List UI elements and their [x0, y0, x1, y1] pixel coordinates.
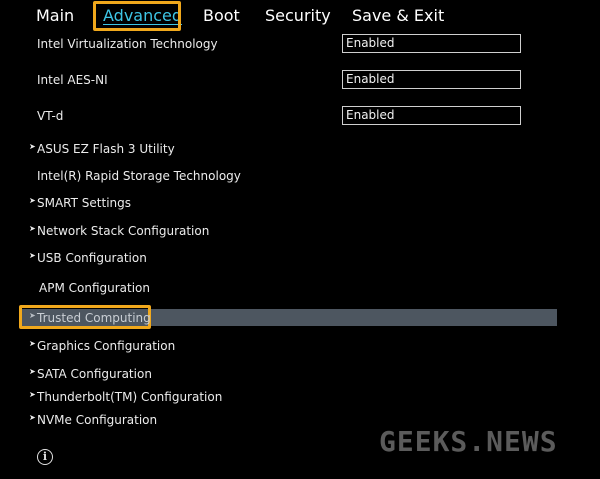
setting-label: Intel AES-NI [37, 73, 108, 87]
submenu-trusted-computing[interactable]: ➤ Trusted Computing [0, 308, 600, 330]
submenu-arrow-icon: ➤ [29, 311, 36, 320]
submenu-label: USB Configuration [37, 251, 147, 265]
submenu-arrow-icon: ➤ [29, 224, 36, 233]
tab-main[interactable]: Main [36, 6, 74, 25]
submenu-label: APM Configuration [39, 281, 150, 295]
submenu-arrow-icon: ➤ [29, 390, 36, 399]
submenu-label: Network Stack Configuration [37, 224, 210, 238]
setting-value-dropdown[interactable]: Enabled [342, 106, 521, 125]
setting-intel-virtualization[interactable]: Intel Virtualization Technology Enabled [0, 34, 600, 56]
tab-advanced-highlight-frame [93, 1, 181, 31]
setting-label: VT-d [37, 109, 64, 123]
submenu-thunderbolt-configuration[interactable]: ➤ Thunderbolt(TM) Configuration [0, 387, 600, 409]
submenu-arrow-icon: ➤ [29, 413, 36, 422]
setting-label: Intel Virtualization Technology [37, 37, 218, 51]
submenu-label: ASUS EZ Flash 3 Utility [37, 142, 175, 156]
submenu-label: Intel(R) Rapid Storage Technology [37, 169, 241, 183]
submenu-label: SMART Settings [37, 196, 132, 210]
submenu-asus-ez-flash[interactable]: ➤ ASUS EZ Flash 3 Utility [0, 139, 600, 161]
submenu-label: NVMe Configuration [37, 413, 158, 427]
submenu-arrow-icon: ➤ [29, 367, 36, 376]
tab-boot[interactable]: Boot [203, 6, 240, 25]
setting-value-dropdown[interactable]: Enabled [342, 70, 521, 89]
setting-value-dropdown[interactable]: Enabled [342, 34, 521, 53]
watermark-text: GEEKS.NEWS [379, 425, 558, 458]
tab-security[interactable]: Security [265, 6, 331, 25]
submenu-graphics-configuration[interactable]: ➤ Graphics Configuration [0, 336, 600, 358]
submenu-smart-settings[interactable]: ➤ SMART Settings [0, 193, 600, 215]
setting-value: Enabled [346, 108, 395, 122]
top-tab-bar: Main Advanced Boot Security Save & Exit [0, 0, 600, 34]
submenu-intel-rst[interactable]: Intel(R) Rapid Storage Technology [0, 166, 600, 188]
submenu-label: Thunderbolt(TM) Configuration [37, 390, 223, 404]
info-icon[interactable]: i [37, 449, 53, 465]
submenu-apm-configuration[interactable]: APM Configuration [0, 278, 600, 300]
submenu-network-stack[interactable]: ➤ Network Stack Configuration [0, 221, 600, 243]
submenu-label: Graphics Configuration [37, 339, 176, 353]
submenu-sata-configuration[interactable]: ➤ SATA Configuration [0, 364, 600, 386]
submenu-arrow-icon: ➤ [29, 251, 36, 260]
setting-value: Enabled [346, 72, 395, 86]
setting-vt-d[interactable]: VT-d Enabled [0, 106, 600, 128]
submenu-label: SATA Configuration [37, 367, 152, 381]
submenu-arrow-icon: ➤ [29, 339, 36, 348]
submenu-arrow-icon: ➤ [29, 142, 36, 151]
setting-intel-aes-ni[interactable]: Intel AES-NI Enabled [0, 70, 600, 92]
tab-save-exit[interactable]: Save & Exit [352, 6, 444, 25]
submenu-label: Trusted Computing [37, 311, 151, 325]
setting-value: Enabled [346, 36, 395, 50]
submenu-arrow-icon: ➤ [29, 196, 36, 205]
submenu-usb-configuration[interactable]: ➤ USB Configuration [0, 248, 600, 270]
